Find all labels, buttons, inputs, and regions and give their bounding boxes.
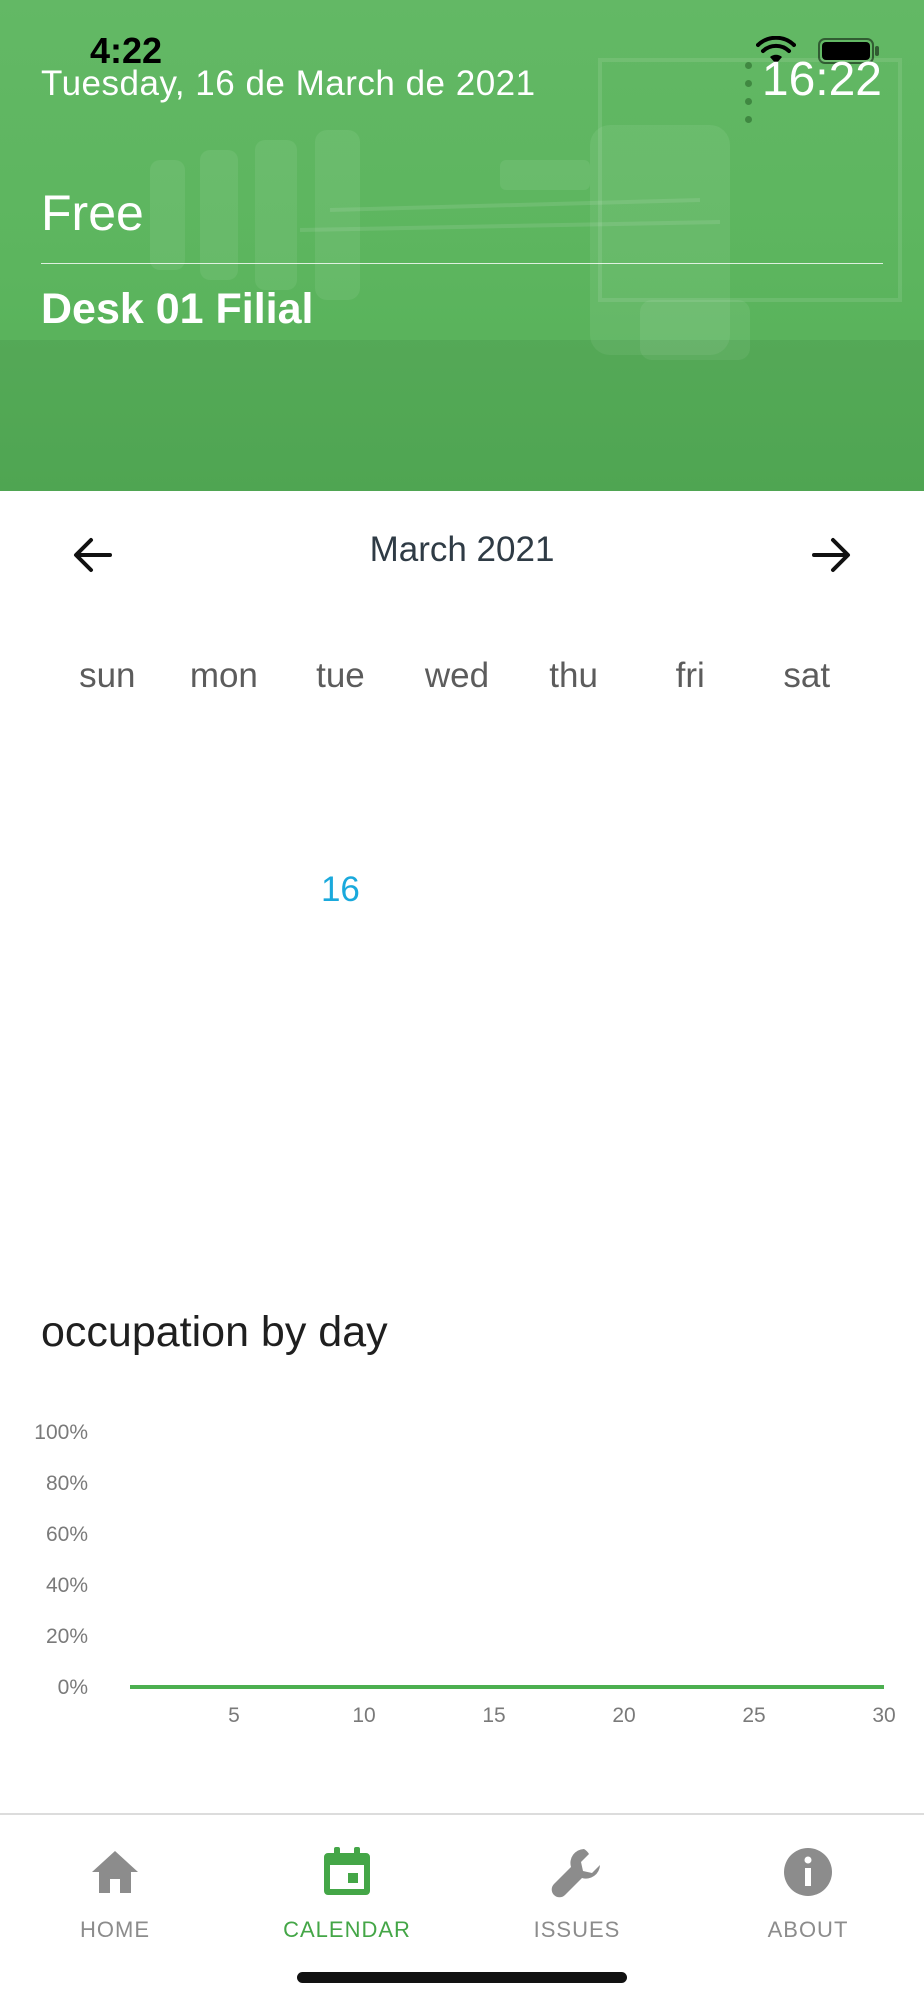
weekday-sat: sat	[783, 656, 831, 695]
calendar-month-nav: March 2021	[0, 500, 924, 605]
calendar-week-row: 16	[49, 870, 865, 934]
current-date: Tuesday, 16 de March de 2021	[41, 64, 536, 103]
signal-icon	[742, 56, 752, 128]
room-status-header: 4:22 Tuesday, 16 de March de 2021 16:22 …	[0, 0, 924, 491]
next-month-button[interactable]	[802, 530, 862, 580]
room-name: Desk 01 Filial	[41, 285, 314, 333]
nav-about[interactable]: ABOUT	[718, 1835, 898, 1945]
calendar-day-cell[interactable]	[748, 870, 865, 934]
x-tick-label: 15	[482, 1704, 505, 1727]
header-divider	[41, 263, 883, 264]
occupation-line-chart: 0% 20% 40% 60% 80% 100% 5 10 15 20 25 30	[34, 1421, 895, 1727]
home-icon	[92, 1851, 138, 1893]
weekday-thu: thu	[549, 656, 598, 695]
x-tick-label: 10	[352, 1704, 375, 1727]
y-tick-label: 60%	[46, 1523, 88, 1546]
calendar-day-today[interactable]: 16	[282, 870, 399, 934]
calendar-day-cell[interactable]	[49, 870, 166, 934]
x-tick-label: 30	[872, 1704, 895, 1727]
current-time: 16:22	[761, 53, 882, 106]
calendar-month-title: March 2021	[369, 530, 555, 569]
y-tick-label: 100%	[34, 1421, 88, 1444]
home-indicator	[297, 1972, 627, 1983]
x-tick-label: 25	[742, 1704, 765, 1727]
weekday-header-row: sun mon tue wed thu fri sat	[49, 656, 865, 706]
app-screen: 4:22 Tuesday, 16 de March de 2021 16:22 …	[0, 0, 924, 2000]
weekday-mon: mon	[189, 656, 258, 695]
calendar-day-cell[interactable]	[166, 870, 283, 934]
nav-issues[interactable]: ISSUES	[487, 1835, 667, 1945]
nav-home[interactable]: HOME	[25, 1835, 205, 1945]
weekday-tue: tue	[316, 656, 365, 695]
nav-calendar-label: CALENDAR	[283, 1917, 411, 1942]
nav-home-label: HOME	[80, 1917, 150, 1942]
y-tick-label: 40%	[46, 1574, 88, 1597]
weekday-wed: wed	[424, 656, 490, 695]
calendar-icon	[324, 1847, 370, 1895]
weekday-fri: fri	[675, 656, 705, 695]
arrow-right-icon	[812, 538, 850, 572]
calendar-day-cell[interactable]	[399, 870, 516, 934]
nav-about-label: ABOUT	[767, 1917, 849, 1942]
chart-title: occupation by day	[41, 1308, 388, 1356]
nav-calendar[interactable]: CALENDAR	[257, 1835, 437, 1945]
info-icon	[784, 1848, 832, 1896]
x-tick-label: 20	[612, 1704, 635, 1727]
weekday-sun: sun	[79, 656, 136, 695]
calendar-day-cell[interactable]	[515, 870, 632, 934]
x-tick-label: 5	[228, 1704, 240, 1727]
room-availability-status: Free	[41, 185, 144, 241]
wrench-icon	[551, 1849, 600, 1898]
y-tick-label: 80%	[46, 1472, 88, 1495]
y-tick-label: 0%	[58, 1676, 88, 1699]
nav-issues-label: ISSUES	[533, 1917, 621, 1942]
y-tick-label: 20%	[46, 1625, 88, 1648]
calendar-day-cell[interactable]	[632, 870, 749, 934]
